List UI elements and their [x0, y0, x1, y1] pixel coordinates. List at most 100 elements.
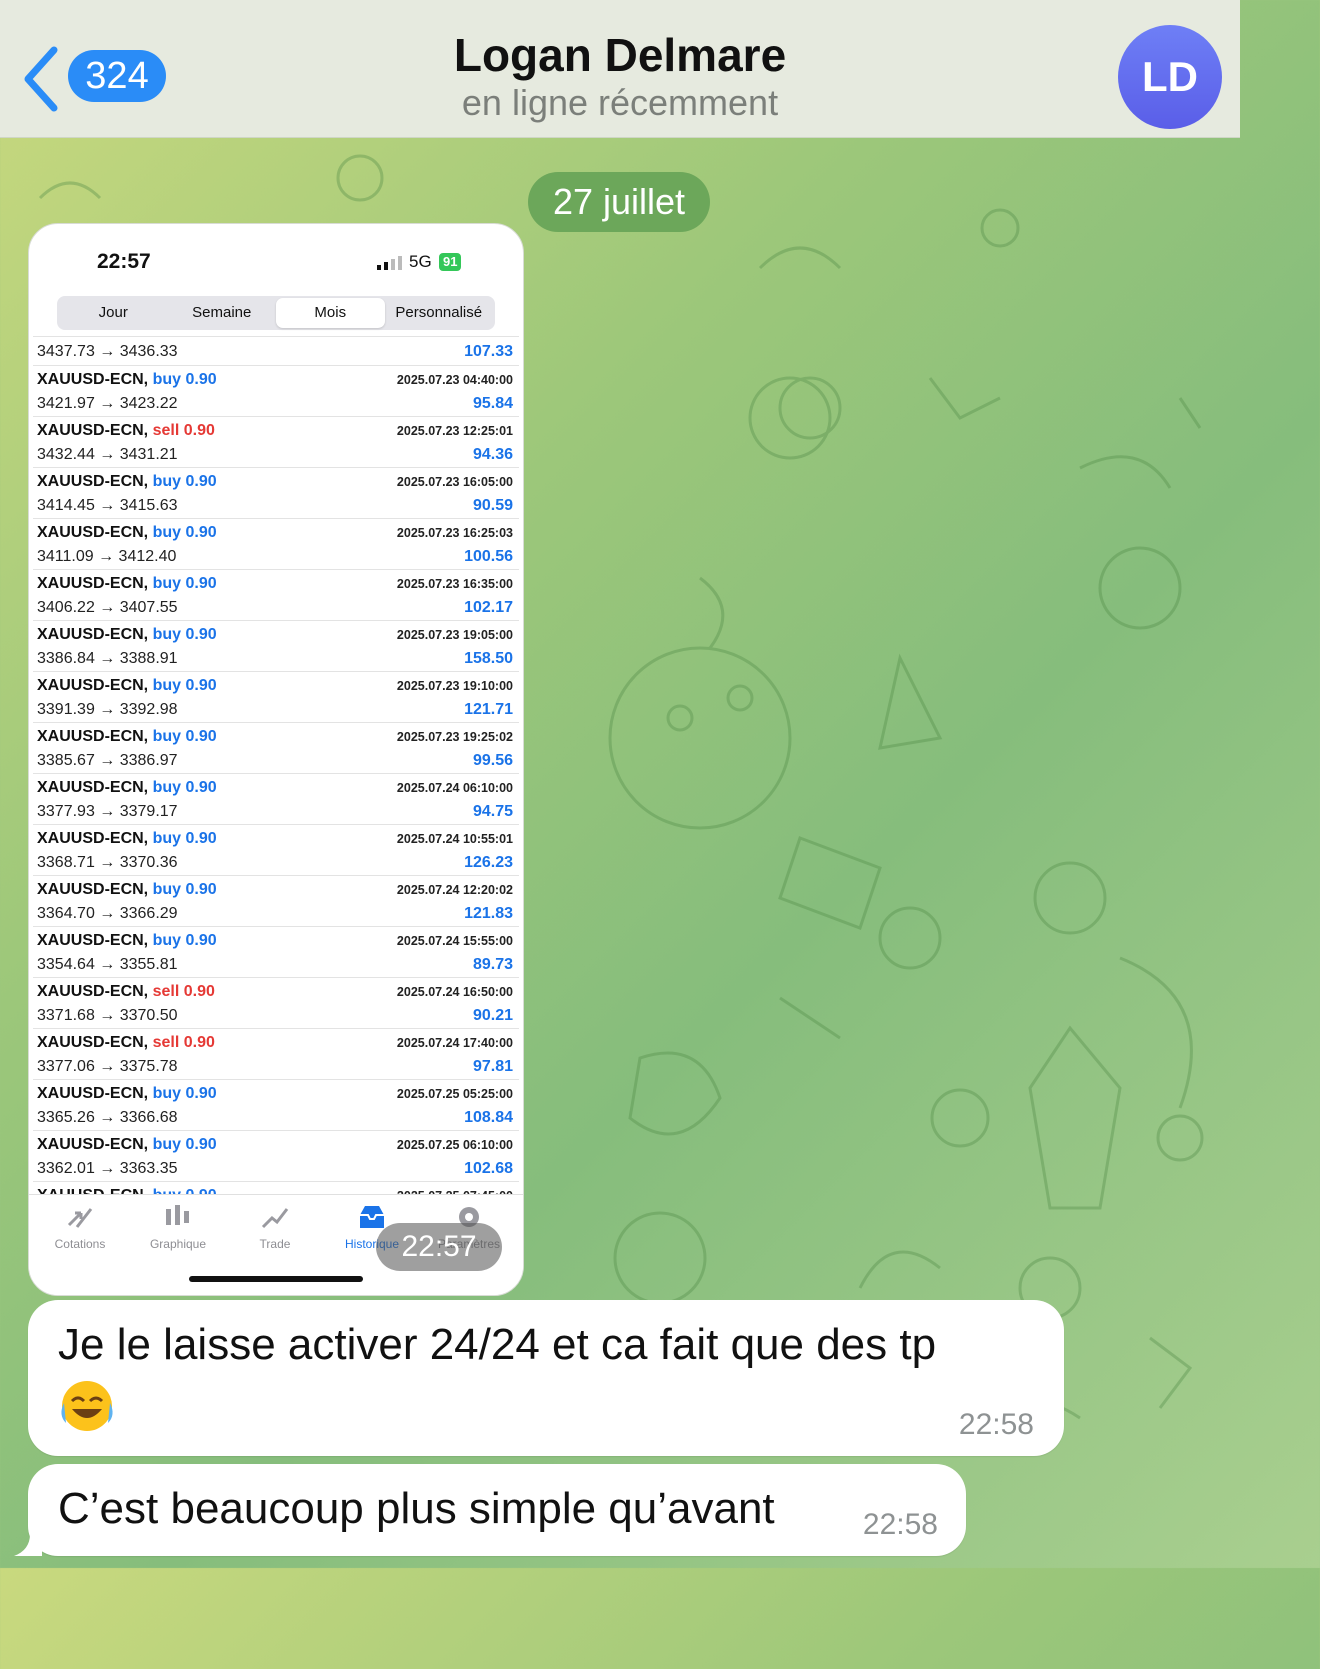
trade-row[interactable]: XAUUSD-ECN, buy 0.90 2025.07.25 06:10:00 3… — [33, 1130, 519, 1181]
trade-profit: 97.81 — [472, 1058, 513, 1075]
tab-graphique[interactable]: Graphique — [129, 1203, 227, 1251]
segment-day[interactable]: Jour — [59, 298, 168, 328]
trade-profit: 94.36 — [472, 446, 513, 463]
message-time: 22:58 — [958, 1408, 1034, 1441]
trade-profit: 99.56 — [472, 752, 513, 769]
message-time: 22:57 — [376, 1223, 502, 1271]
side-label: buy — [152, 677, 182, 694]
segment-week[interactable]: Semaine — [168, 298, 277, 328]
trade-symbol: XAUUSD-ECN, buy 0.90 — [37, 575, 217, 593]
trade-datetime: 2025.07.25 06:10:00 — [396, 1138, 513, 1152]
segment-month[interactable]: Mois — [276, 298, 385, 328]
side-label: buy — [152, 626, 182, 643]
trade-row[interactable]: XAUUSD-ECN, buy 0.90 2025.07.24 12:20:02 3… — [33, 875, 519, 926]
trade-prices: 3365.26 → 3366.68 — [37, 1109, 178, 1126]
trade-row[interactable]: XAUUSD-ECN, buy 0.90 2025.07.23 16:25:03 3… — [33, 518, 519, 569]
trade-side: buy 0.90 — [153, 728, 217, 745]
trade-side: buy 0.90 — [153, 677, 217, 694]
date-separator: 27 juillet — [528, 172, 710, 232]
trade-symbol: XAUUSD-ECN, buy 0.90 — [37, 626, 217, 644]
trade-symbol: XAUUSD-ECN, buy 0.90 — [37, 371, 217, 389]
trade-side: buy 0.90 — [153, 932, 217, 949]
photo-message[interactable]: 22:57 5G 91 Jour Semaine Mois Personnali… — [28, 223, 524, 1296]
trade-side: buy 0.90 — [153, 626, 217, 643]
trade-datetime: 2025.07.24 17:40:00 — [396, 1036, 513, 1050]
trade-row[interactable]: XAUUSD-ECN, sell 0.90 2025.07.24 17:40:00… — [33, 1028, 519, 1079]
trade-datetime: 2025.07.24 16:50:00 — [396, 985, 513, 999]
trade-row[interactable]: XAUUSD-ECN, buy 0.90 2025.07.24 10:55:01 3… — [33, 824, 519, 875]
trade-prices: 3391.39 → 3392.98 — [37, 701, 178, 718]
trade-row[interactable]: XAUUSD-ECN, buy 0.90 2025.07.24 06:10:00 3… — [33, 773, 519, 824]
trade-symbol: XAUUSD-ECN, buy 0.90 — [37, 779, 217, 797]
trade-row[interactable]: XAUUSD-ECN, buy 0.90 2025.07.23 16:35:00 3… — [33, 569, 519, 620]
trade-row[interactable]: XAUUSD-ECN, buy 0.90 2025.07.24 15:55:00 3… — [33, 926, 519, 977]
trade-datetime: 2025.07.24 15:55:00 — [396, 934, 513, 948]
trade-profit: 102.17 — [464, 599, 513, 616]
trade-row[interactable]: XAUUSD-ECN, buy 0.90 2025.07.23 19:10:00 3… — [33, 671, 519, 722]
trade-symbol: XAUUSD-ECN, sell 0.90 — [37, 1034, 215, 1052]
trade-profit: 100.56 — [464, 548, 513, 565]
side-label: buy — [152, 575, 182, 592]
trade-prices: 3437.73 → 3436.33 — [37, 343, 178, 360]
trade-volume: 0.90 — [185, 1136, 217, 1153]
side-label: buy — [152, 779, 182, 796]
trade-volume: 0.90 — [185, 371, 217, 388]
trade-volume: 0.90 — [185, 779, 217, 796]
side-label: buy — [152, 1136, 182, 1153]
trade-side: buy 0.90 — [153, 881, 217, 898]
trade-side: buy 0.90 — [153, 473, 217, 490]
battery-level: 91 — [439, 253, 462, 271]
home-indicator — [189, 1276, 363, 1282]
side-label: sell — [152, 1034, 180, 1051]
trade-prices: 3421.97 → 3423.22 — [37, 395, 178, 412]
tab-trade[interactable]: Trade — [226, 1203, 324, 1251]
trade-icon — [261, 1208, 289, 1229]
trade-datetime: 2025.07.23 19:10:00 — [396, 679, 513, 693]
tab-cotations[interactable]: Cotations — [31, 1203, 129, 1251]
trade-symbol: XAUUSD-ECN, buy 0.90 — [37, 728, 217, 746]
trade-row[interactable]: XAUUSD-ECN, buy 0.90 2025.07.23 16:05:00 3… — [33, 467, 519, 518]
trade-side: buy 0.90 — [153, 1136, 217, 1153]
trade-datetime: 2025.07.23 19:25:02 — [396, 730, 513, 744]
symbol-name: XAUUSD-ECN, — [37, 422, 149, 439]
trade-row[interactable]: XAUUSD-ECN, buy 0.90 2025.07.23 04:40:00 3… — [33, 365, 519, 416]
trade-prices: 3354.64 → 3355.81 — [37, 956, 178, 973]
symbol-name: XAUUSD-ECN, — [37, 473, 149, 490]
trade-symbol: XAUUSD-ECN, sell 0.90 — [37, 422, 215, 440]
side-label: buy — [152, 473, 182, 490]
trade-datetime: 2025.07.23 16:35:00 — [396, 577, 513, 591]
symbol-name: XAUUSD-ECN, — [37, 575, 149, 592]
message-bubble[interactable]: C’est beaucoup plus simple qu’avant 22:5… — [28, 1464, 966, 1556]
trade-volume: 0.90 — [185, 677, 217, 694]
trade-profit: 108.84 — [464, 1109, 513, 1126]
trade-history-list: 3437.73 → 3436.33 107.33 XAUUSD-ECN, buy… — [33, 336, 519, 1232]
trade-volume: 0.90 — [185, 575, 217, 592]
trade-volume: 0.90 — [185, 626, 217, 643]
trade-row-partial: 3437.73 → 3436.33 107.33 — [33, 336, 519, 365]
tab-label: Trade — [259, 1237, 291, 1251]
message-bubble[interactable]: Je le laisse activer 24/24 et ca fait qu… — [28, 1300, 1064, 1456]
tab-label: Cotations — [54, 1237, 106, 1251]
period-segmented-control: Jour Semaine Mois Personnalisé — [57, 296, 495, 330]
trade-row[interactable]: XAUUSD-ECN, buy 0.90 2025.07.23 19:05:00 3… — [33, 620, 519, 671]
trade-symbol: XAUUSD-ECN, sell 0.90 — [37, 983, 215, 1001]
trade-row[interactable]: XAUUSD-ECN, buy 0.90 2025.07.25 05:25:00 3… — [33, 1079, 519, 1130]
trade-row[interactable]: XAUUSD-ECN, sell 0.90 2025.07.24 16:50:00… — [33, 977, 519, 1028]
joy-emoji-icon — [61, 1381, 113, 1431]
trade-side: buy 0.90 — [153, 830, 217, 847]
symbol-name: XAUUSD-ECN, — [37, 1034, 149, 1051]
trade-row[interactable]: XAUUSD-ECN, sell 0.90 2025.07.23 12:25:01… — [33, 416, 519, 467]
symbol-name: XAUUSD-ECN, — [37, 626, 149, 643]
symbol-name: XAUUSD-ECN, — [37, 779, 149, 796]
trade-prices: 3411.09 → 3412.40 — [37, 548, 177, 565]
trade-prices: 3406.22 → 3407.55 — [37, 599, 178, 616]
segment-custom[interactable]: Personnalisé — [385, 298, 494, 328]
trade-row[interactable]: XAUUSD-ECN, buy 0.90 2025.07.23 19:25:02 3… — [33, 722, 519, 773]
contact-name[interactable]: Logan Delmare — [0, 28, 1240, 82]
side-label: sell — [152, 983, 180, 1000]
trade-profit: 158.50 — [464, 650, 513, 667]
avatar[interactable]: LD — [1118, 25, 1222, 129]
side-label: buy — [152, 371, 182, 388]
trade-volume: 0.90 — [185, 728, 217, 745]
trade-profit: 90.59 — [472, 497, 513, 514]
